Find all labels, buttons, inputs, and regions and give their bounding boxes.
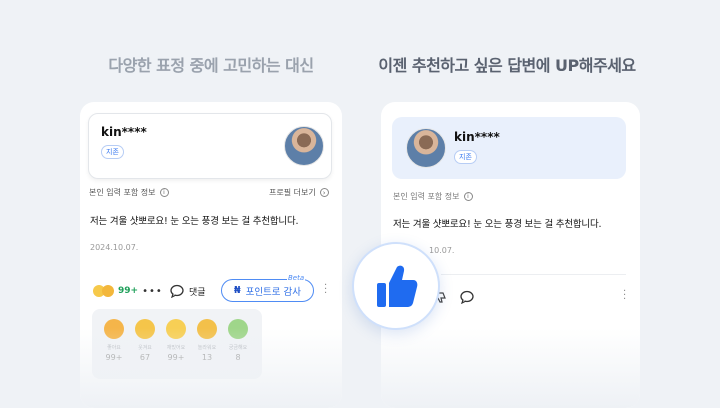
kebab-menu-icon[interactable]: · · · <box>324 281 327 299</box>
comment-label: 댓글 <box>189 287 206 298</box>
points-icon: ₦ <box>233 285 241 296</box>
arrow-right-icon: › <box>319 188 329 197</box>
reaction-count-item: 99+ <box>167 353 185 362</box>
profile-name: kin**** <box>454 130 500 144</box>
reaction-label: 놀라워요 <box>197 345 217 351</box>
right-heading: 이젠 추천하고 싶은 답변에 UP해주세요 <box>378 56 636 75</box>
profile-box[interactable]: kin**** 지존 <box>392 117 626 179</box>
thumbs-up-button[interactable] <box>352 242 440 330</box>
thumbs-up-icon <box>377 265 418 307</box>
comment-icon <box>170 284 184 298</box>
reaction-label: 웃겨요 <box>138 345 152 351</box>
answer-date: 10.07. <box>429 246 455 255</box>
surprise-face-icon[interactable] <box>197 319 217 339</box>
avatar <box>406 128 446 168</box>
beta-label: Beta <box>287 274 306 282</box>
left-heading: 다양한 표정 중에 고민하는 대신 <box>108 56 314 75</box>
answer-text: 저는 겨울 샷뽀로요! 눈 오는 풍경 보는 걸 추천합니다. <box>393 219 602 230</box>
avatar <box>284 126 324 166</box>
comment-icon <box>460 290 474 305</box>
comment-button[interactable] <box>460 289 474 308</box>
rank-badge: 지존 <box>101 145 124 159</box>
reaction-label: 좋아요 <box>107 345 121 351</box>
rank-badge: 지존 <box>454 150 477 164</box>
info-icon[interactable]: i <box>159 188 169 197</box>
reaction-panel: 좋아요 웃겨요 재밌어요 놀라워요 궁금해요 99+ 67 99+ 13 8 <box>92 309 262 379</box>
points-button-label: 포인트로 감사 <box>245 286 302 298</box>
reaction-count-item: 67 <box>139 353 151 362</box>
answer-date: 2024.10.07. <box>90 243 139 252</box>
reaction-count-item: 99+ <box>105 353 123 362</box>
profile-more-link[interactable]: 프로필 더보기 › <box>269 187 329 198</box>
profile-more-label: 프로필 더보기 <box>269 188 316 197</box>
grin-face-icon[interactable] <box>166 319 186 339</box>
curious-face-icon[interactable] <box>228 319 248 339</box>
answer-text: 저는 겨울 샷뽀로요! 눈 오는 풍경 보는 걸 추천합니다. <box>90 216 299 227</box>
laugh-face-icon[interactable] <box>135 319 155 339</box>
profile-text: kin**** 지존 <box>101 125 147 159</box>
reaction-count-item: 13 <box>201 353 213 362</box>
answer-card-old: kin**** 지존 본인 입력 포함 정보 i 프로필 더보기 › 저는 겨울… <box>80 102 342 408</box>
points-thanks-button[interactable]: ₦ 포인트로 감사 <box>221 279 314 302</box>
divider <box>441 274 626 275</box>
info-icon[interactable]: i <box>463 192 473 201</box>
reaction-count: 99+ <box>118 286 139 296</box>
more-dots-icon[interactable]: ••• <box>142 286 163 297</box>
reaction-summary[interactable]: 99+ ••• <box>93 285 163 297</box>
comment-button[interactable]: 댓글 <box>170 284 206 298</box>
reaction-count-item: 8 <box>235 353 241 362</box>
info-label: 본인 입력 포함 정보 <box>89 188 156 197</box>
info-label: 본인 입력 포함 정보 <box>393 192 460 201</box>
love-face-icon[interactable] <box>104 319 124 339</box>
love-emoji-icon <box>102 285 114 297</box>
reaction-label: 재밌어요 <box>166 345 186 351</box>
info-row[interactable]: 본인 입력 포함 정보 i <box>89 187 169 198</box>
kebab-menu-icon[interactable]: · · · <box>623 287 626 305</box>
reaction-label: 궁금해요 <box>228 345 248 351</box>
profile-text: kin**** 지존 <box>454 130 500 164</box>
profile-name: kin**** <box>101 125 147 139</box>
profile-box[interactable]: kin**** 지존 <box>88 113 332 179</box>
info-row[interactable]: 본인 입력 포함 정보 i <box>393 191 473 202</box>
